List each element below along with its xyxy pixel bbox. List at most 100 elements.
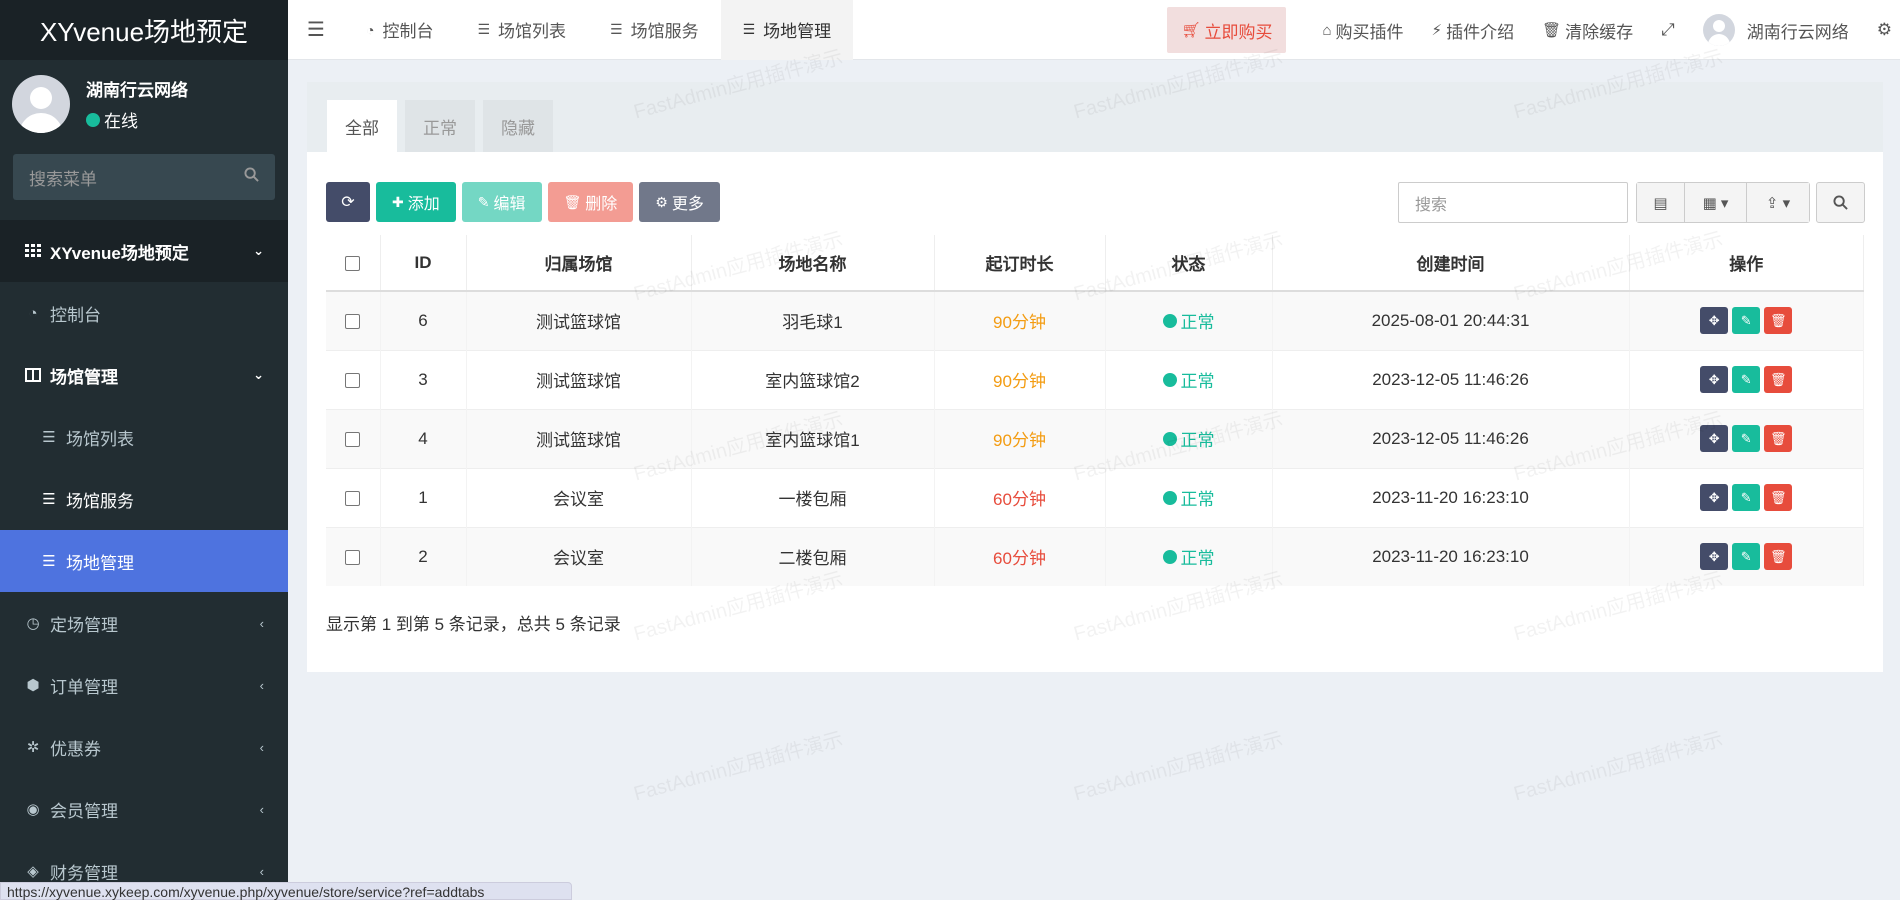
row-delete-icon[interactable]: 🗑︎ — [1764, 425, 1793, 452]
advanced-search-button[interactable] — [1816, 182, 1865, 223]
fullscreen-icon[interactable]: ⤢ — [1647, 0, 1689, 60]
row-edit-icon[interactable]: ✎ — [1732, 543, 1761, 571]
row-checkbox[interactable] — [345, 490, 361, 506]
user-name: 湖南行云网络 — [86, 81, 188, 100]
tab-normal[interactable]: 正常 — [405, 100, 475, 152]
row-edit-icon[interactable]: ✎ — [1732, 484, 1761, 511]
trash-icon: 🗑︎ — [563, 193, 582, 210]
cell-id: 4 — [380, 408, 467, 468]
status-dot-icon — [1162, 313, 1177, 328]
drag-move-icon[interactable]: ✥ — [1700, 425, 1729, 452]
column-header-status[interactable]: 状态 — [1105, 235, 1273, 292]
search-icon — [1833, 195, 1848, 210]
clear-cache-link[interactable]: 🗑︎ 清除缓存 — [1528, 0, 1647, 60]
sidebar-item-venue-management[interactable]: 场馆管理 ⌄ — [0, 344, 288, 406]
row-checkbox[interactable] — [345, 313, 361, 329]
chevron-left-icon: ‹ — [259, 801, 264, 817]
sidebar-item-venue-service[interactable]: ☰ 场馆服务 — [0, 468, 288, 530]
list-icon: ☰ — [42, 491, 56, 508]
settings-gear-icon[interactable]: ⚙︎ — [1863, 0, 1900, 60]
delete-button[interactable]: 🗑︎ 删除 — [547, 182, 634, 222]
sidebar-item-field-management[interactable]: ☰ 场地管理 — [0, 530, 288, 592]
cell-status: 正常 — [1105, 408, 1273, 468]
cell-field-name: 羽毛球1 — [691, 290, 935, 350]
buy-now-button[interactable]: 🛒︎ 立即购买 — [1167, 7, 1287, 53]
sidebar-item-booking-management[interactable]: ◷ 定场管理 ‹ — [0, 592, 288, 654]
cell-status: 正常 — [1105, 467, 1273, 527]
cell-created: 2023-12-05 11:46:26 — [1272, 349, 1630, 409]
row-checkbox[interactable] — [345, 372, 361, 388]
sidebar-item-xyvenue[interactable]: XYvenue场地预定 ⌄ — [0, 220, 288, 282]
cell-field-name: 室内篮球馆1 — [691, 408, 935, 468]
search-icon[interactable] — [244, 167, 259, 187]
sidebar-item-coupon[interactable]: ✲ 优惠券 ‹ — [0, 716, 288, 778]
sidebar-toggle-icon[interactable]: ☰ — [288, 17, 344, 42]
row-delete-icon[interactable]: 🗑︎ — [1764, 484, 1793, 511]
add-button[interactable]: ✚ 添加 — [376, 182, 456, 222]
sidebar-item-venue-list[interactable]: ☰ 场馆列表 — [0, 406, 288, 468]
app-logo[interactable]: XYvenue场地预定 — [0, 0, 288, 60]
cell-actions: ✥ ✎ 🗑︎ — [1629, 408, 1864, 468]
select-all-checkbox[interactable] — [345, 255, 361, 271]
tab-field-management[interactable]: ☰ 场地管理 — [720, 0, 854, 60]
column-header-field-name[interactable]: 场地名称 — [691, 235, 935, 292]
cell-actions: ✥ ✎ 🗑︎ — [1629, 467, 1864, 527]
sidebar-item-member-management[interactable]: ◉ 会员管理 ‹ — [0, 778, 288, 840]
drag-move-icon[interactable]: ✥ — [1700, 307, 1729, 335]
cell-status: 正常 — [1105, 349, 1273, 409]
drag-move-icon[interactable]: ✥ — [1700, 484, 1729, 511]
user-menu[interactable]: 湖南行云网络 — [1689, 0, 1863, 60]
tab-hidden[interactable]: 隐藏 — [483, 100, 553, 152]
cell-status: 正常 — [1105, 290, 1273, 350]
row-delete-icon[interactable]: 🗑︎ — [1764, 366, 1793, 393]
drag-move-icon[interactable]: ✥ — [1700, 366, 1729, 393]
column-header-duration[interactable]: 起订时长 — [934, 235, 1106, 292]
chevron-left-icon: ‹ — [259, 863, 264, 879]
plugin-intro-link[interactable]: ⚡︎ 插件介绍 — [1418, 0, 1529, 60]
row-edit-icon[interactable]: ✎ — [1732, 425, 1761, 452]
tab-venue-service[interactable]: ☰ 场馆服务 — [588, 0, 721, 60]
edit-button[interactable]: ✎ 编辑 — [461, 182, 542, 222]
row-delete-icon[interactable]: 🗑︎ — [1764, 543, 1793, 571]
user-panel: 湖南行云网络 在线 — [0, 60, 288, 148]
dashboard-icon: ◔ — [366, 21, 375, 38]
chevron-left-icon: ‹ — [259, 739, 264, 755]
table-search-input[interactable]: 搜索 — [1398, 182, 1628, 223]
tab-all[interactable]: 全部 — [327, 100, 397, 152]
list-icon: ☰ — [42, 429, 56, 446]
cell-created: 2023-11-20 16:23:10 — [1272, 467, 1630, 527]
more-button[interactable]: ⚙︎ 更多 — [639, 182, 720, 222]
cell-venue: 测试篮球馆 — [466, 349, 692, 409]
user-status: 在线 — [86, 107, 188, 132]
buy-plugin-link[interactable]: ⌂ 购买插件 — [1308, 0, 1417, 60]
list-icon: ☰ — [742, 21, 756, 37]
row-edit-icon[interactable]: ✎ — [1732, 366, 1761, 393]
dashboard-icon: ◔ — [28, 304, 38, 322]
watermark: FastAdmin应用插件演示 — [631, 728, 846, 806]
columns-toggle-icon[interactable]: ▦ ▾ — [1685, 183, 1747, 222]
card-view-icon[interactable]: ▤ — [1637, 183, 1685, 222]
clock-icon: ◷ — [26, 615, 40, 632]
user-icon: ◉ — [26, 801, 40, 818]
column-header-venue[interactable]: 归属场馆 — [466, 235, 692, 292]
online-dot-icon — [86, 112, 100, 127]
cart-icon: 🛒︎ — [1181, 22, 1201, 39]
row-checkbox[interactable] — [345, 431, 361, 447]
cell-field-name: 室内篮球馆2 — [691, 349, 935, 409]
status-dot-icon — [1162, 372, 1177, 387]
column-header-created[interactable]: 创建时间 — [1272, 235, 1630, 292]
sidebar-item-order-management[interactable]: ⬢ 订单管理 ‹ — [0, 654, 288, 716]
tab-dashboard[interactable]: ◔ 控制台 — [344, 0, 455, 60]
tab-venue-list[interactable]: ☰ 场馆列表 — [455, 0, 588, 60]
cell-id: 6 — [380, 290, 467, 350]
column-header-id[interactable]: ID — [380, 235, 467, 292]
row-checkbox[interactable] — [345, 549, 361, 565]
export-icon[interactable]: ⇪ ▾ — [1747, 183, 1809, 222]
refresh-button[interactable]: ⟳ — [326, 182, 370, 222]
sidebar-item-dashboard[interactable]: ◔ 控制台 — [0, 282, 288, 344]
row-edit-icon[interactable]: ✎ — [1732, 307, 1761, 335]
menu-search-input[interactable]: 搜索菜单 — [13, 154, 275, 200]
drag-move-icon[interactable]: ✥ — [1700, 543, 1729, 571]
columns-icon — [24, 368, 42, 382]
row-delete-icon[interactable]: 🗑︎ — [1764, 307, 1793, 335]
